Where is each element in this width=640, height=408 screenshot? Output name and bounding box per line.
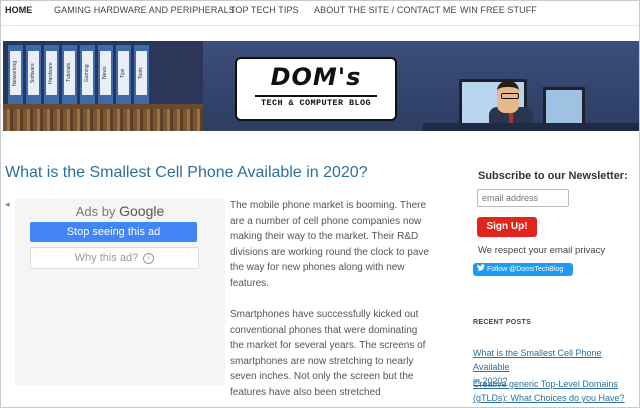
why-this-ad-button[interactable]: Why this ad? i xyxy=(30,247,199,269)
twitter-follow-label: Follow @DomsTechBlog xyxy=(486,266,564,273)
ad-panel: Ads by Google Stop seeing this ad Why th… xyxy=(15,199,225,385)
ads-by-google-label: Ads by Google xyxy=(15,203,225,219)
why-this-ad-label: Why this ad? xyxy=(74,252,139,264)
binder: News xyxy=(97,44,114,106)
ad-back-icon[interactable]: ◂ xyxy=(5,199,10,210)
binder: Tutorials xyxy=(61,44,78,106)
recent-post-line: Creative generic Top-Level Domains xyxy=(473,379,618,389)
google-wordmark: Google xyxy=(119,203,165,219)
binder-label: Tips xyxy=(118,51,129,95)
binder: Networking xyxy=(7,44,24,106)
logo-rule xyxy=(255,95,377,97)
newsletter-title: Subscribe to our Newsletter: xyxy=(478,170,628,182)
site-banner[interactable]: Networking Software Hardware Tutorials G… xyxy=(3,41,639,131)
ads-by-text: Ads by xyxy=(75,204,116,219)
binder-label: Networking xyxy=(10,51,21,95)
recent-post-line: What is the Smallest Cell Phone Availabl… xyxy=(473,348,602,372)
binder-label: Hardware xyxy=(46,51,57,95)
glasses-illustration xyxy=(501,93,519,99)
logo-subtitle: TECH & COMPUTER BLOG xyxy=(260,98,372,108)
nav-gaming-hardware[interactable]: GAMING HARDWARE AND PERIPHERALS xyxy=(54,5,235,15)
stop-seeing-ad-button[interactable]: Stop seeing this ad xyxy=(30,222,197,242)
binder: Tips xyxy=(115,44,132,106)
binder: Gaming xyxy=(79,44,96,106)
twitter-bird-icon xyxy=(476,263,485,276)
top-navigation: HOME GAMING HARDWARE AND PERIPHERALS TOP… xyxy=(1,1,639,26)
email-address-input[interactable] xyxy=(477,189,569,207)
article-paragraph: Smartphones have successfully kicked out… xyxy=(230,309,426,398)
twitter-follow-button[interactable]: Follow @DomsTechBlog xyxy=(473,263,573,276)
recent-post-link[interactable]: Creative generic Top-Level Domains (gTLD… xyxy=(473,377,639,405)
books-row xyxy=(3,109,203,131)
sign-up-button[interactable]: Sign Up! xyxy=(477,217,537,237)
nav-top-tech-tips[interactable]: TOP TECH TIPS xyxy=(230,5,299,15)
binder-label: Tools xyxy=(136,51,147,95)
binder: Software xyxy=(25,44,42,106)
recent-posts-heading: RECENT POSTS xyxy=(473,319,532,326)
logo-title: DOM's xyxy=(270,63,362,91)
binder-label: Software xyxy=(28,51,39,95)
binder-label: Tutorials xyxy=(64,51,75,95)
site-logo[interactable]: DOM's TECH & COMPUTER BLOG xyxy=(235,57,397,121)
binder-label: News xyxy=(100,51,111,95)
privacy-note: We respect your email privacy xyxy=(478,245,606,256)
bookshelf-illustration: Networking Software Hardware Tutorials G… xyxy=(3,41,203,131)
info-icon: i xyxy=(143,253,155,264)
article-body: The mobile phone market is booming. Ther… xyxy=(230,198,430,407)
nav-home[interactable]: HOME xyxy=(5,5,32,15)
binder: Tools xyxy=(133,44,150,106)
post-title[interactable]: What is the Smallest Cell Phone Availabl… xyxy=(5,164,368,182)
nav-about-contact[interactable]: ABOUT THE SITE / CONTACT ME xyxy=(314,5,457,15)
recent-post-line: (gTLDs): What Choices do you Have? xyxy=(473,393,625,403)
page-frame: HOME GAMING HARDWARE AND PERIPHERALS TOP… xyxy=(0,0,640,408)
binder: Hardware xyxy=(43,44,60,106)
article-paragraph: The mobile phone market is booming. Ther… xyxy=(230,200,429,289)
desk-illustration xyxy=(423,123,639,131)
binder-label: Gaming xyxy=(82,51,93,95)
nav-win-free-stuff[interactable]: WIN FREE STUFF xyxy=(460,5,537,15)
